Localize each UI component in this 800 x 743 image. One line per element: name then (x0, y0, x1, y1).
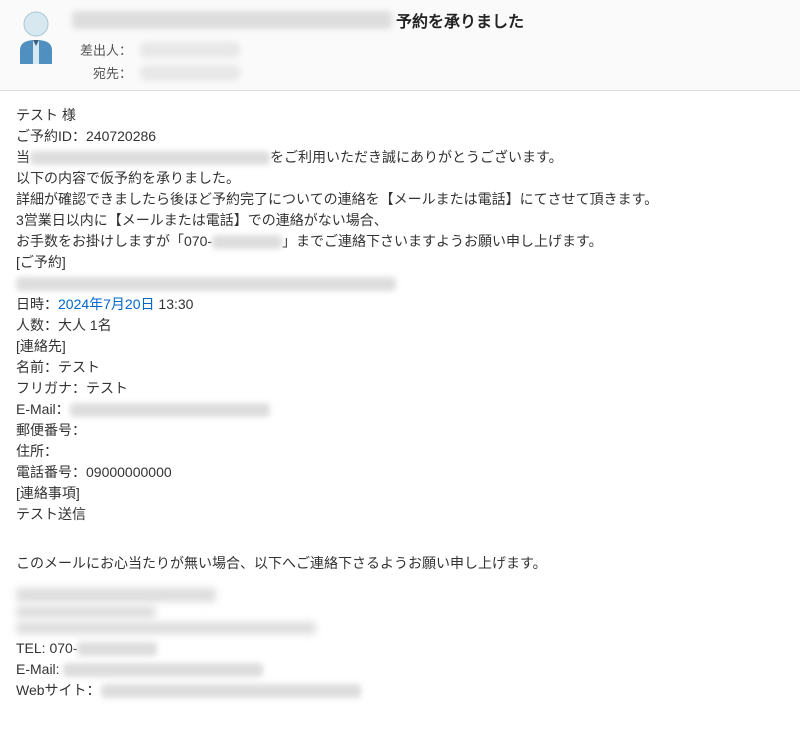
from-label: 差出人： (72, 40, 132, 59)
phone-redacted (212, 235, 282, 249)
header-content: 予約を承りました 差出人： 宛先： (72, 8, 788, 86)
to-row: 宛先： (72, 63, 788, 82)
to-value-redacted (140, 65, 240, 81)
notes-body: テスト送信 (16, 504, 784, 525)
notice-line2: お手数をお掛けしますが「070-」までご連絡下さいますようお願い申し上げます。 (16, 231, 784, 252)
footer-redacted-3 (16, 622, 316, 634)
footer-block: TEL: 070- E-Mail: Webサイト： (16, 588, 784, 701)
reservation-header: [ご予約] (16, 252, 784, 273)
thanks-line: 当をご利用いただき誠にありがとうございます。 (16, 147, 784, 168)
disclaimer: このメールにお心当たりが無い場合、以下へご連絡下さるようお願い申し上げます。 (16, 553, 784, 574)
greeting-name: テスト 様 (16, 105, 784, 126)
from-row: 差出人： (72, 40, 788, 59)
footer-web: Webサイト： (16, 680, 784, 701)
reservation-count: 人数：大人 1名 (16, 315, 784, 336)
footer-tel: TEL: 070- (16, 638, 784, 659)
contact-address: 住所： (16, 441, 784, 462)
contact-email: E-Mail： (16, 399, 784, 420)
clinic-name-redacted (30, 151, 270, 165)
to-label: 宛先： (72, 63, 132, 82)
email-header: 予約を承りました 差出人： 宛先： (0, 0, 800, 91)
reservation-datetime: 日時：2024年7月20日 13:30 (16, 294, 784, 315)
footer-redacted-2 (16, 606, 156, 618)
reservation-date-link[interactable]: 2024年7月20日 (58, 296, 155, 312)
notes-header: [連絡事項] (16, 483, 784, 504)
email-subject: 予約を承りました (72, 8, 788, 32)
footer-redacted-1 (16, 588, 216, 602)
contact-header: [連絡先] (16, 336, 784, 357)
reservation-place-redacted (16, 273, 784, 294)
footer-email: E-Mail: (16, 659, 784, 680)
from-value-redacted (140, 42, 240, 58)
contact-phone: 電話番号：09000000000 (16, 462, 784, 483)
contact-kana: フリガナ：テスト (16, 378, 784, 399)
subject-suffix: 予約を承りました (396, 8, 524, 32)
notice-line1: 3営業日以内に【メールまたは電話】での連絡がない場合、 (16, 210, 784, 231)
avatar (12, 8, 60, 64)
email-redacted (70, 403, 270, 417)
reservation-id: ご予約ID：240720286 (16, 126, 784, 147)
accept-line2: 詳細が確認できましたら後ほど予約完了についての連絡を【メールまたは電話】にてさせ… (16, 189, 784, 210)
email-body: テスト 様 ご予約ID：240720286 当をご利用いただき誠にありがとうござ… (0, 91, 800, 715)
subject-redacted (72, 11, 392, 29)
contact-postal: 郵便番号： (16, 420, 784, 441)
contact-name: 名前：テスト (16, 357, 784, 378)
accept-line1: 以下の内容で仮予約を承りました。 (16, 168, 784, 189)
